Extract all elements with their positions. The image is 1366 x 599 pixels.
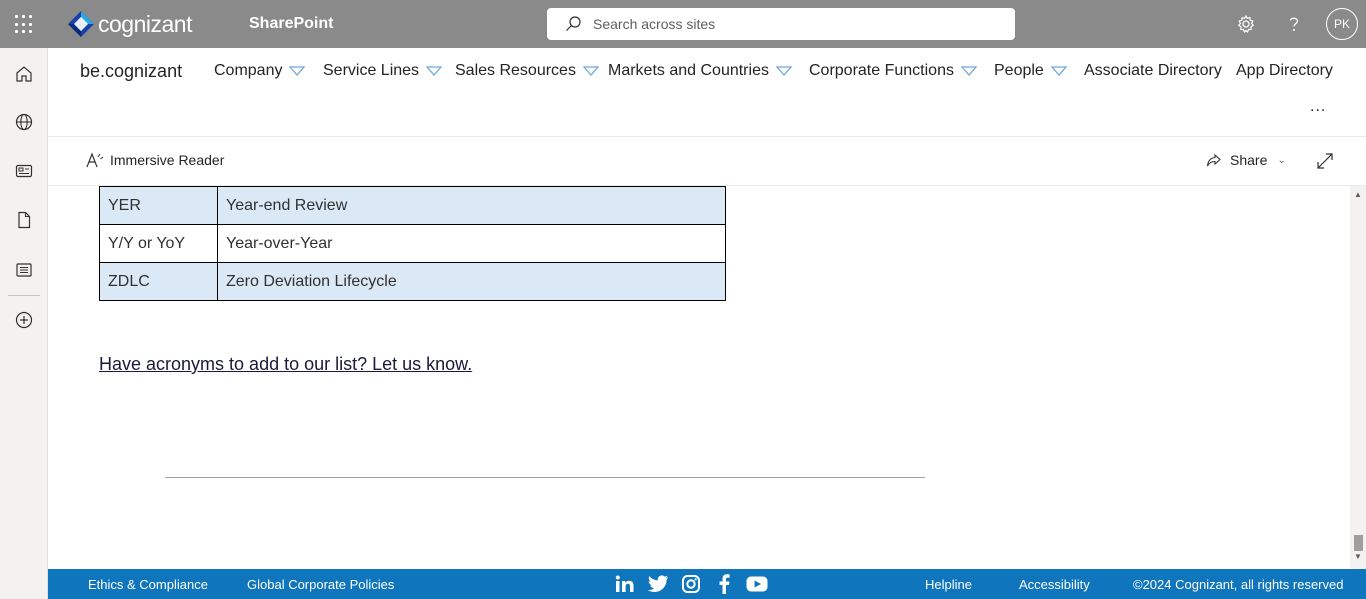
command-bar: Immersive Reader Share ⌄ — [48, 137, 1366, 186]
search-input[interactable] — [593, 16, 973, 32]
immersive-reader-icon — [86, 152, 104, 168]
acronym-table: YER Year-end Review Y/Y or YoY Year-over… — [99, 186, 726, 301]
nav-label: App Directory — [1236, 62, 1333, 79]
chevron-down-icon — [582, 66, 599, 76]
globe-icon[interactable] — [12, 110, 36, 134]
footer-policies-link[interactable]: Global Corporate Policies — [247, 577, 394, 592]
nav-label: Corporate Functions — [809, 62, 954, 79]
nav-label: Service Lines — [323, 62, 420, 79]
search-box[interactable] — [547, 8, 1015, 40]
nav-people[interactable]: People — [994, 62, 1067, 80]
page-content: YER Year-end Review Y/Y or YoY Year-over… — [48, 186, 1350, 569]
cognizant-logo[interactable]: cognizant — [66, 9, 192, 39]
footer-helpline-link[interactable]: Helpline — [925, 577, 972, 592]
nav-sales-resources[interactable]: Sales Resources — [455, 62, 599, 80]
files-icon[interactable] — [12, 208, 36, 232]
scrollbar-thumb[interactable] — [1354, 535, 1363, 551]
immersive-reader-button[interactable]: Immersive Reader — [86, 152, 224, 168]
chevron-down-icon — [960, 66, 977, 76]
news-icon[interactable] — [12, 159, 36, 183]
share-button[interactable]: Share ⌄ — [1206, 152, 1286, 168]
immersive-reader-label: Immersive Reader — [110, 152, 225, 168]
chevron-down-icon — [1050, 66, 1067, 76]
scroll-down-arrow-icon[interactable]: ▼ — [1354, 552, 1362, 561]
search-icon — [566, 16, 581, 31]
divider — [165, 477, 925, 478]
settings-gear-icon[interactable] — [1234, 12, 1258, 36]
chevron-down-icon — [775, 66, 792, 76]
nav-app-directory[interactable]: App Directory — [1236, 62, 1333, 80]
app-bar — [0, 48, 48, 599]
home-icon[interactable] — [12, 62, 36, 86]
nav-label: Company — [214, 62, 283, 79]
chevron-down-icon: ⌄ — [1277, 154, 1286, 166]
share-label: Share — [1230, 152, 1268, 168]
nav-company[interactable]: Company — [214, 62, 306, 80]
youtube-icon[interactable] — [740, 573, 773, 595]
instagram-icon[interactable] — [674, 573, 707, 595]
suggest-acronym-link[interactable]: Have acronyms to add to our list? Let us… — [99, 354, 472, 375]
rail-divider — [8, 295, 40, 296]
acronym-term: YER — [99, 186, 218, 225]
brand-name: cognizant — [98, 10, 192, 37]
nav-label: Markets and Countries — [608, 62, 769, 79]
linkedin-icon[interactable] — [608, 573, 641, 595]
share-icon — [1206, 153, 1221, 167]
app-launcher-icon[interactable] — [12, 13, 34, 35]
footer-ethics-link[interactable]: Ethics & Compliance — [88, 577, 208, 592]
acronym-term: Y/Y or YoY — [99, 224, 218, 263]
table-row: Y/Y or YoY Year-over-Year — [99, 224, 726, 263]
expand-icon[interactable] — [1316, 152, 1334, 175]
footer-copyright: ©2024 Cognizant, all rights reserved — [1133, 577, 1344, 592]
nav-more-button[interactable]: ... — [1310, 98, 1326, 116]
table-row: YER Year-end Review — [99, 186, 726, 225]
site-header: be.cognizant Company Service Lines Sales… — [48, 48, 1366, 137]
nav-associate-directory[interactable]: Associate Directory — [1084, 62, 1222, 80]
avatar[interactable]: PK — [1326, 8, 1358, 40]
site-footer: Ethics & Compliance Global Corporate Pol… — [48, 569, 1366, 599]
twitter-icon[interactable] — [641, 573, 674, 595]
facebook-icon[interactable] — [707, 573, 740, 595]
acronym-meaning: Year-over-Year — [217, 224, 726, 263]
nav-corporate-functions[interactable]: Corporate Functions — [809, 62, 977, 80]
acronym-meaning: Zero Deviation Lifecycle — [217, 262, 726, 301]
lists-icon[interactable] — [12, 258, 36, 282]
footer-accessibility-link[interactable]: Accessibility — [1019, 577, 1090, 592]
table-row: ZDLC Zero Deviation Lifecycle — [99, 262, 726, 301]
nav-label: Sales Resources — [455, 62, 576, 79]
acronym-meaning: Year-end Review — [217, 186, 726, 225]
nav-markets-and-countries[interactable]: Markets and Countries — [608, 62, 792, 80]
nav-label: People — [994, 62, 1044, 79]
nav-label: Associate Directory — [1084, 62, 1222, 79]
nav-service-lines[interactable]: Service Lines — [323, 62, 443, 80]
site-title[interactable]: be.cognizant — [80, 61, 182, 82]
create-add-icon[interactable] — [12, 308, 36, 332]
acronym-term: ZDLC — [99, 262, 218, 301]
sharepoint-title[interactable]: SharePoint — [249, 15, 333, 33]
suite-bar: cognizant SharePoint PK — [0, 0, 1366, 48]
social-links — [608, 573, 773, 595]
scroll-up-arrow-icon[interactable]: ▲ — [1354, 190, 1362, 199]
chevron-down-icon — [426, 66, 443, 76]
cognizant-logo-mark — [68, 11, 94, 37]
chevron-down-icon — [289, 66, 306, 76]
page-scrollbar[interactable]: ▲ ▼ — [1350, 186, 1366, 569]
help-icon[interactable] — [1282, 12, 1306, 36]
